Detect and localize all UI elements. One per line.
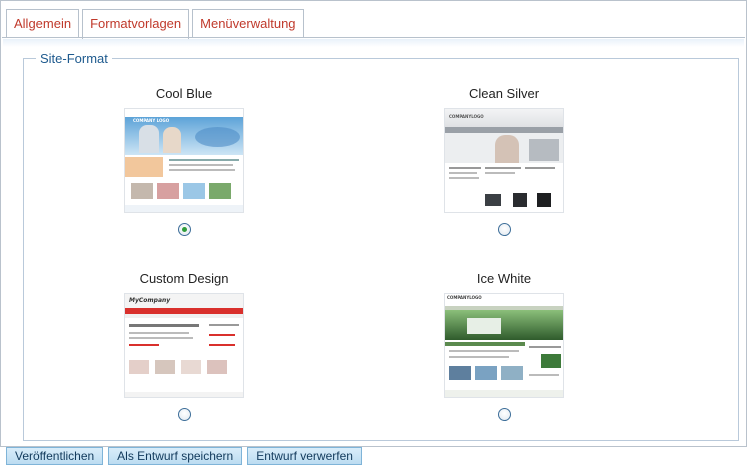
site-format-fieldset: Site-Format Cool Blue COMPANY LOGO Clean… [23,51,739,441]
tab-allgemein[interactable]: Allgemein [6,9,80,38]
tab-bar: Allgemein Formatvorlagen Menüverwaltung [6,9,304,39]
clean-silver-thumbnail[interactable]: COMPANYLOGO [444,108,564,213]
tab-gradient [3,39,744,47]
option-custom-design: Custom Design MyCompany [64,271,304,421]
publish-button[interactable]: Veröffentlichen [6,447,104,465]
clean-silver-radio[interactable] [497,223,511,236]
tab-formatvorlagen[interactable]: Formatvorlagen [82,9,190,39]
option-cool-blue: Cool Blue COMPANY LOGO [64,86,304,236]
cool-blue-radio[interactable] [177,223,191,236]
custom-design-thumbnail[interactable]: MyCompany [124,293,244,398]
option-title: Ice White [476,271,532,286]
ice-white-radio[interactable] [497,408,511,421]
discard-draft-button[interactable]: Entwurf verwerfen [247,447,362,465]
settings-panel: Allgemein Formatvorlagen Menüverwaltung … [0,0,747,447]
ice-white-thumbnail[interactable]: COMPANYLOGO [444,293,564,398]
tab-menuverwaltung[interactable]: Menüverwaltung [192,9,304,38]
custom-design-radio[interactable] [177,408,191,421]
tab-divider [2,37,745,38]
cool-blue-thumbnail[interactable]: COMPANY LOGO [124,108,244,213]
option-clean-silver: Clean Silver COMPANYLOGO [384,86,624,236]
option-ice-white: Ice White COMPANYLOGO [384,271,624,421]
option-title: Cool Blue [155,86,213,101]
option-title: Clean Silver [468,86,540,101]
option-title: Custom Design [139,271,229,286]
fieldset-legend: Site-Format [36,51,112,66]
action-bar: Veröffentlichen Als Entwurf speichern En… [6,447,362,465]
save-draft-button[interactable]: Als Entwurf speichern [108,447,243,465]
